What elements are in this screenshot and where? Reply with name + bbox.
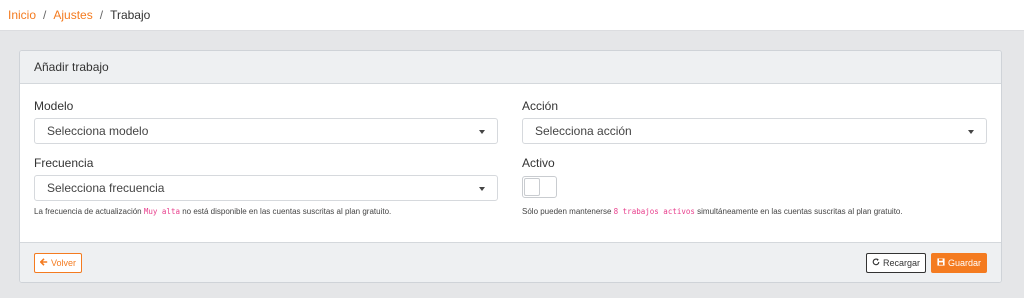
refresh-icon xyxy=(872,258,880,268)
frecuencia-help-text: La frecuencia de actualización xyxy=(34,207,142,216)
reload-button-label: Recargar xyxy=(882,258,920,268)
frecuencia-select[interactable]: Selecciona frecuencia xyxy=(34,175,498,201)
floppy-disk-icon xyxy=(937,258,945,268)
back-button[interactable]: Volver xyxy=(34,253,82,273)
save-button[interactable]: Guardar xyxy=(931,253,987,273)
modelo-select[interactable]: Selecciona modelo xyxy=(34,118,498,144)
card-header: Añadir trabajo xyxy=(20,51,1001,84)
toggle-knob xyxy=(524,178,540,196)
frecuencia-select-value: Selecciona frecuencia xyxy=(47,181,165,195)
frecuencia-label: Frecuencia xyxy=(34,156,94,170)
activo-help-code: 8 trabajos activos xyxy=(613,207,695,216)
breadcrumb-current: Trabajo xyxy=(110,8,151,22)
frecuencia-help: La frecuencia de actualización Muy alta … xyxy=(34,207,391,216)
frecuencia-help-text-2: no está disponible en las cuentas suscri… xyxy=(182,207,392,216)
save-button-label: Guardar xyxy=(947,258,982,268)
activo-toggle[interactable] xyxy=(522,176,557,198)
card-title: Añadir trabajo xyxy=(34,60,109,74)
activo-help-text-2: simultáneamente en las cuentas suscritas… xyxy=(697,207,903,216)
accion-select-value: Selecciona acción xyxy=(535,124,632,138)
caret-down-icon xyxy=(479,130,485,134)
breadcrumb-separator: / xyxy=(99,8,104,22)
caret-down-icon xyxy=(968,130,974,134)
accion-label: Acción xyxy=(522,99,559,113)
card-body: Modelo Selecciona modelo Acción Seleccio… xyxy=(20,84,1001,242)
caret-down-icon xyxy=(479,187,485,191)
activo-help: Sólo pueden mantenerse 8 trabajos activo… xyxy=(522,207,903,216)
arrow-left-icon xyxy=(39,258,48,268)
reload-button[interactable]: Recargar xyxy=(866,253,926,273)
accion-select[interactable]: Selecciona acción xyxy=(522,118,987,144)
breadcrumb-separator: / xyxy=(43,8,47,22)
breadcrumb-ajustes-link[interactable]: Ajustes xyxy=(53,8,92,22)
activo-label: Activo xyxy=(522,156,555,170)
modelo-select-value: Selecciona modelo xyxy=(47,124,149,138)
activo-help-text: Sólo pueden mantenerse xyxy=(522,207,612,216)
frecuencia-help-code: Muy alta xyxy=(143,207,180,216)
breadcrumb-inicio-link[interactable]: Inicio xyxy=(8,8,36,22)
add-job-card: Añadir trabajo Modelo Selecciona modelo … xyxy=(19,50,1002,283)
card-footer: Volver Recargar Guardar xyxy=(20,242,1001,282)
modelo-label: Modelo xyxy=(34,99,74,113)
breadcrumb: Inicio / Ajustes / Trabajo xyxy=(0,0,1024,31)
back-button-label: Volver xyxy=(50,258,76,268)
